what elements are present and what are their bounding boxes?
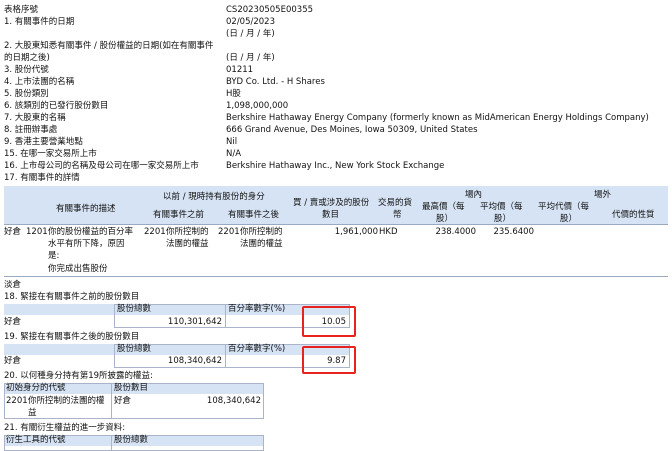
shareholder-name-value: Berkshire Hathaway Energy Company (forme…	[226, 113, 649, 123]
event-code: 1201	[26, 227, 48, 237]
col-header-avg-price: 平均價（每	[480, 202, 523, 212]
before-shares-section-label: 18. 緊接在有關事件之前的股份數目	[4, 292, 140, 302]
before-capacity-line1: 你所控制的	[166, 227, 209, 237]
col-header-after: 有關事件之後	[228, 210, 280, 220]
after-capacity-line2: 法團的權益	[240, 239, 283, 249]
issuer-name-label: 4. 上市法團的名稱	[4, 77, 75, 87]
event-currency: HKD	[379, 227, 398, 237]
derivative-col-code: 衍生工具的代號	[6, 435, 66, 445]
form-serial-value: CS20230505E00355	[226, 5, 314, 15]
short-position-label: 淡倉	[4, 280, 22, 290]
before-capacity-line2: 法團的權益	[166, 239, 209, 249]
col-header-currency: 交易的貨	[378, 198, 413, 208]
hk-business-label: 9. 香港主要營業地點	[4, 137, 83, 147]
issued-shares-label: 6. 該類別的已發行股份數目	[4, 101, 109, 111]
col-header-avg-price-2: 股）	[494, 214, 512, 224]
event-desc-line2: 水平有所下降，原因	[48, 239, 125, 249]
col-header-high-price-2: 股）	[436, 214, 454, 224]
capacity-col-count: 股份數目	[114, 383, 149, 393]
after-capacity-code: 2201	[218, 227, 240, 237]
col-header-consideration-nature: 代價的性質	[612, 210, 655, 220]
event-high-price: 238.4000	[435, 227, 476, 237]
exchange-value: N/A	[226, 149, 242, 159]
issuer-name-value: BYD Co. Ltd. - H Shares	[226, 77, 325, 87]
col-header-currency-2: 幣	[393, 210, 402, 220]
event-shares: 1,961,000	[334, 227, 378, 237]
short-divider	[4, 276, 668, 277]
stock-code-label: 3. 股份代號	[4, 65, 49, 75]
form-serial-label: 表格序號	[4, 5, 39, 15]
capacity-col-code: 初始身分的代號	[6, 383, 66, 393]
stock-code-value: 01211	[226, 65, 254, 75]
col-header-on-exchange: 場內	[465, 190, 483, 200]
aware-date-hint: (日 / 月 / 年)	[226, 53, 275, 63]
before-pct-highlight	[302, 306, 356, 337]
event-date-hint: (日 / 月 / 年)	[226, 29, 275, 39]
capacity-section-label: 20. 以何種身分持有第19所披露的權益:	[4, 371, 153, 381]
event-desc-line4: 你完成出售股份	[48, 264, 108, 274]
capacity-desc-line1: 你所控制的法團的權	[28, 396, 105, 406]
capacity-code: 2201	[6, 396, 28, 406]
aware-date-label: 2. 大股東知悉有關事件 / 股份權益的日期(如在有關事件	[4, 41, 214, 51]
hk-business-value: Nil	[226, 137, 238, 147]
after-shares-section-label: 19. 緊接在有關事件之後的股份數目	[4, 332, 140, 342]
col-header-off-exchange: 場外	[594, 190, 612, 200]
exchange-label: 15. 在哪一家交易所上市	[4, 149, 97, 159]
after-col-total: 股份總數	[117, 344, 152, 354]
col-header-avg-consideration: 平均代價（每	[538, 202, 590, 212]
event-avg-price: 235.6400	[493, 227, 534, 237]
before-col-pct: 百分率數字(%)	[228, 304, 286, 314]
share-class-label: 5. 股份類別	[4, 89, 49, 99]
parent-company-label: 16. 上市母公司的名稱及母公司在哪一家交易所上市	[4, 161, 199, 171]
col-header-capacity-group: 以前 / 現時持有股份的身分	[163, 192, 265, 202]
col-header-description: 有關事件的描述	[56, 204, 116, 214]
derivative-section-label: 21. 有關衍生權益的進一步資料:	[4, 423, 126, 433]
after-pct-highlight	[302, 346, 356, 374]
share-class-value: H股	[226, 89, 241, 99]
shareholder-name-label: 7. 大股東的名稱	[4, 113, 66, 123]
event-desc-line1: 你的股份權益的百分率	[48, 227, 134, 237]
registered-office-label: 8. 註冊辦事處	[4, 125, 58, 135]
col-header-before: 有關事件之前	[153, 210, 205, 220]
after-position-type: 好倉	[4, 356, 22, 366]
derivative-col-total: 股份總數	[114, 435, 149, 445]
after-col-pct: 百分率數字(%)	[228, 344, 286, 354]
capacity-count-value: 108,340,642	[206, 396, 261, 406]
registered-office-value: 666 Grand Avenue, Des Moines, Iowa 50309…	[226, 125, 478, 135]
before-col-total: 股份總數	[117, 304, 152, 314]
col-header-high-price: 最高價（每	[422, 202, 465, 212]
after-capacity-line1: 你所控制的	[240, 227, 283, 237]
aware-date-label-2: 的日期之後)	[4, 53, 50, 63]
event-date-label: 1. 有關事件的日期	[4, 17, 75, 27]
event-desc-line3: 是:	[48, 251, 60, 261]
parent-company-value: Berkshire Hathaway Inc., New York Stock …	[226, 161, 445, 171]
col-header-shares-2: 數目	[322, 210, 340, 220]
after-total-value: 108,340,642	[167, 356, 222, 366]
capacity-desc-line2: 益	[28, 408, 37, 418]
before-position-type: 好倉	[4, 317, 22, 327]
before-capacity-code: 2201	[144, 227, 166, 237]
event-position-type: 好倉	[4, 227, 22, 237]
col-header-shares: 買 / 賣或涉及的股份	[293, 198, 370, 208]
event-details-label: 17. 有關事件的詳情	[4, 173, 80, 183]
before-total-value: 110,301,642	[167, 317, 222, 327]
issued-shares-value: 1,098,000,000	[226, 101, 289, 111]
capacity-position-type: 好倉	[114, 396, 132, 406]
event-date-value: 02/05/2023	[226, 17, 275, 27]
col-header-avg-consideration-2: 股）	[560, 214, 578, 224]
